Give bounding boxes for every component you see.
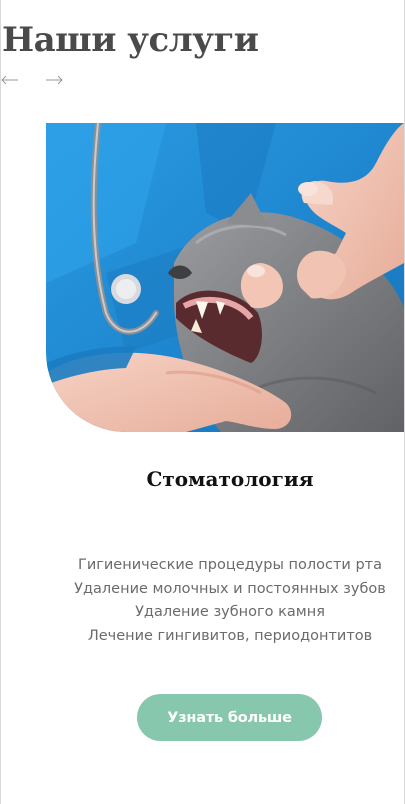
vet-cat-photo bbox=[46, 123, 404, 432]
list-item: Удаление зубного камня bbox=[135, 604, 325, 620]
list-item: Лечение гингивитов, периодонтитов bbox=[87, 627, 373, 644]
service-title: Стоматология bbox=[146, 467, 314, 491]
service-features-list: Гигиенические процедуры полости рта Удал… bbox=[46, 554, 405, 648]
arrow-left-icon bbox=[1, 75, 18, 85]
carousel-next-button[interactable] bbox=[45, 70, 63, 90]
section-title: Наши услуги bbox=[2, 20, 259, 60]
carousel-prev-button[interactable] bbox=[1, 70, 19, 90]
services-page: Наши услуги Стоматология Гигиенические п… bbox=[0, 0, 405, 804]
list-item: Удаление молочных и постоянных зубов bbox=[74, 580, 386, 597]
carousel-nav bbox=[1, 70, 63, 90]
learn-more-button[interactable]: Узнать больше bbox=[137, 694, 322, 741]
arrow-right-icon bbox=[46, 75, 63, 85]
list-item: Гигиенические процедуры полости рта bbox=[78, 557, 382, 573]
service-image bbox=[46, 123, 404, 432]
